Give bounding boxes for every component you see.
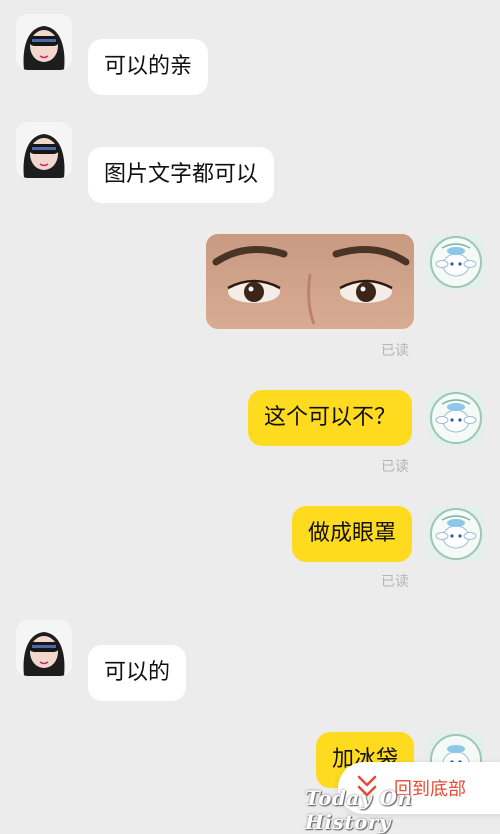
message-text: 做成眼罩	[308, 521, 397, 546]
message-text: 可以的亲	[104, 54, 193, 79]
message-bubble[interactable]: 可以的亲	[88, 39, 209, 95]
contact-avatar-image	[16, 122, 72, 178]
cinnamoroll-avatar-image	[428, 390, 484, 446]
message-bubble[interactable]: 图片文字都可以	[88, 147, 275, 203]
message-bubble[interactable]: 可以的	[88, 645, 187, 701]
contact-avatar[interactable]	[16, 620, 72, 676]
eyes-photo	[206, 234, 414, 329]
chat-area[interactable]: 可以的亲 图片文字都可以 已读 这个可以不？ 已读 做成眼罩 已读 可以的 加冰…	[0, 0, 500, 813]
cinnamoroll-avatar-image	[428, 506, 484, 562]
contact-avatar[interactable]	[16, 14, 72, 70]
message-text: 这个可以不？	[264, 405, 397, 430]
read-status: 已读	[381, 459, 409, 475]
message-text: 图片文字都可以	[104, 162, 259, 187]
contact-avatar[interactable]	[16, 122, 72, 178]
watermark-text: Today On History	[305, 786, 413, 834]
read-status: 已读	[381, 574, 409, 590]
message-bubble[interactable]: 这个可以不？	[248, 390, 413, 446]
cinnamoroll-avatar-image	[428, 234, 484, 290]
message-text: 可以的	[104, 660, 171, 685]
message-bubble[interactable]: 做成眼罩	[292, 506, 413, 562]
contact-avatar-image	[16, 620, 72, 676]
image-message[interactable]	[206, 234, 414, 329]
my-avatar[interactable]	[428, 234, 484, 290]
my-avatar[interactable]	[428, 506, 484, 562]
contact-avatar-image	[16, 14, 72, 70]
read-status: 已读	[381, 343, 409, 359]
my-avatar[interactable]	[428, 390, 484, 446]
